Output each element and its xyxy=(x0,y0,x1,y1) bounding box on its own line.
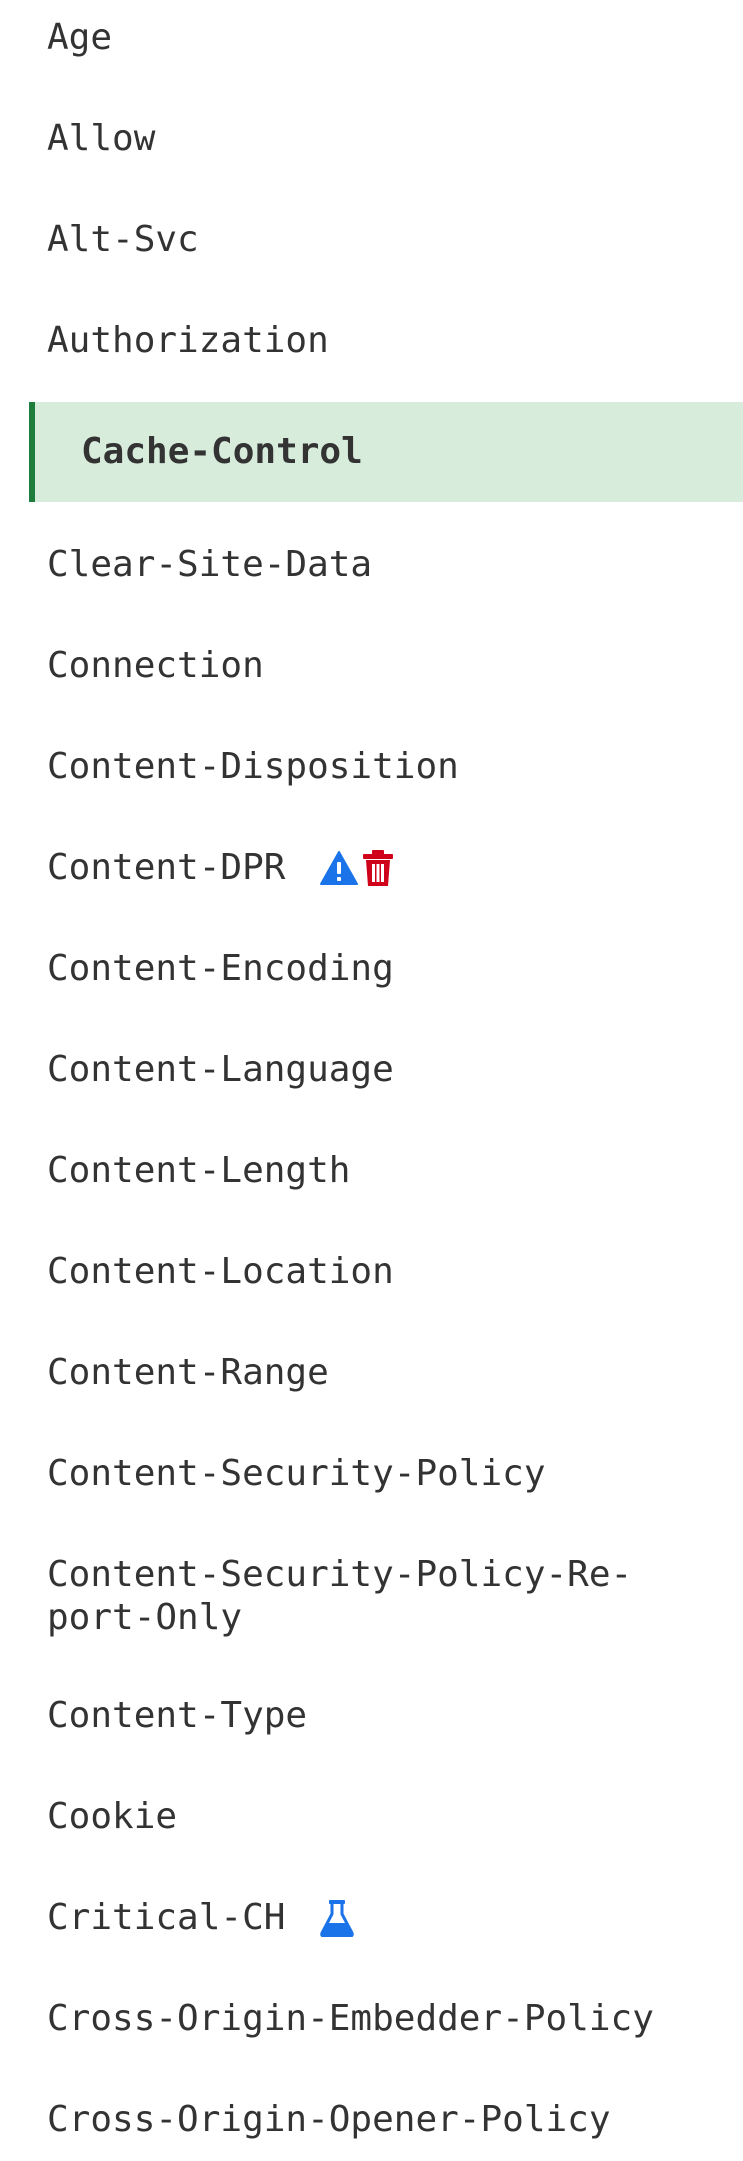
sidebar-item-label: Content-Type xyxy=(47,1695,308,1736)
sidebar-item-content-encoding[interactable]: Content-Encoding xyxy=(0,947,743,990)
sidebar-item-label: Content-Security-Policy-Re-port-Only xyxy=(47,1554,633,1638)
sidebar-item-label: Age xyxy=(47,17,113,58)
sidebar-item-content-disposition[interactable]: Content-Disposition xyxy=(0,745,743,788)
sidebar-item-label: Content-Range xyxy=(47,1352,329,1393)
sidebar-item-label: Content-Security-Policy xyxy=(47,1453,546,1494)
sidebar-item-content-language[interactable]: Content-Language xyxy=(0,1048,743,1091)
sidebar-item-content-type[interactable]: Content-Type xyxy=(0,1694,743,1737)
sidebar-item-critical-ch[interactable]: Critical-CH xyxy=(0,1896,743,1939)
sidebar-item-cache-control[interactable]: Cache-Control xyxy=(29,402,743,502)
sidebar-item-cross-origin-opener-policy[interactable]: Cross-Origin-Opener-Policy xyxy=(0,2098,743,2141)
status-icons xyxy=(319,849,395,887)
sidebar-item-alt-svc[interactable]: Alt-Svc xyxy=(0,218,743,261)
sidebar-item-label: Content-Language xyxy=(47,1049,394,1090)
sidebar-item-label: Cookie xyxy=(47,1796,178,1837)
sidebar-item-label: Content-Length xyxy=(47,1150,351,1191)
sidebar-item-csp-report-only[interactable]: Content-Security-Policy-Re-port-Only xyxy=(0,1553,743,1639)
trash-icon xyxy=(363,850,394,886)
sidebar-item-label: Critical-CH xyxy=(47,1897,286,1938)
flask-icon xyxy=(320,1900,354,1937)
sidebar-item-label: Alt-Svc xyxy=(47,219,199,260)
sidebar-item-cookie[interactable]: Cookie xyxy=(0,1795,743,1838)
sidebar-item-label: Allow xyxy=(47,118,156,159)
status-icons xyxy=(319,1899,355,1937)
sidebar-item-authorization[interactable]: Authorization xyxy=(0,319,743,362)
sidebar-item-content-dpr[interactable]: Content-DPR xyxy=(0,846,743,889)
sidebar-item-label: Content-Encoding xyxy=(47,948,394,989)
sidebar-item-label: Content-DPR xyxy=(47,847,286,888)
warning-icon xyxy=(320,851,359,885)
sidebar-item-age[interactable]: Age xyxy=(0,16,743,59)
sidebar-item-label: Cache-Control xyxy=(81,431,363,472)
sidebar-item-label: Content-Location xyxy=(47,1251,394,1292)
sidebar-item-content-range[interactable]: Content-Range xyxy=(0,1351,743,1394)
sidebar-item-label: Cross-Origin-Embedder-Policy xyxy=(47,1998,654,2039)
sidebar-item-clear-site-data[interactable]: Clear-Site-Data xyxy=(0,543,743,586)
sidebar-item-content-location[interactable]: Content-Location xyxy=(0,1250,743,1293)
sidebar-item-label: Clear-Site-Data xyxy=(47,544,373,585)
sidebar-item-allow[interactable]: Allow xyxy=(0,117,743,160)
sidebar-item-label: Cross-Origin-Opener-Policy xyxy=(47,2099,611,2140)
sidebar-item-label: Authorization xyxy=(47,320,329,361)
sidebar-item-connection[interactable]: Connection xyxy=(0,644,743,687)
sidebar-item-cross-origin-embedder-policy[interactable]: Cross-Origin-Embedder-Policy xyxy=(0,1997,743,2040)
sidebar-item-content-length[interactable]: Content-Length xyxy=(0,1149,743,1192)
sidebar-item-content-security-policy[interactable]: Content-Security-Policy xyxy=(0,1452,743,1495)
sidebar-item-label: Connection xyxy=(47,645,264,686)
sidebar-item-label: Content-Disposition xyxy=(47,746,459,787)
